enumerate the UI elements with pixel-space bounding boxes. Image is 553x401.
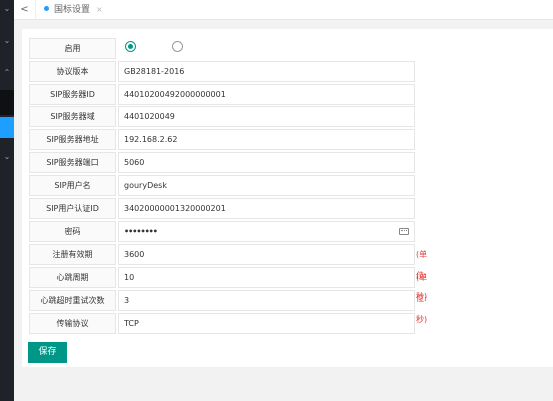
- save-button[interactable]: 保存: [28, 342, 67, 363]
- field-label: 传输协议: [29, 313, 116, 334]
- protocol-version-field[interactable]: GB28181-2016: [118, 61, 415, 82]
- back-button[interactable]: <: [14, 0, 36, 20]
- register-expiry-field[interactable]: 3600: [118, 244, 415, 265]
- radio-checked-icon: [125, 41, 136, 52]
- field-label: 密码: [29, 221, 116, 242]
- chevron-down-icon[interactable]: ⌄: [0, 2, 14, 16]
- field-label: 心跳超时重试次数: [29, 290, 116, 311]
- enable-no-radio[interactable]: 否: [172, 38, 187, 74]
- sidebar: ⌄ ⌄ ⌃ ⌄: [0, 0, 14, 401]
- keyboard-icon[interactable]: [399, 228, 409, 235]
- sidebar-item-active[interactable]: [0, 117, 14, 138]
- chevron-up-icon[interactable]: ⌃: [0, 66, 14, 80]
- active-dot-icon: [44, 6, 49, 11]
- field-label: SIP服务器地址: [29, 129, 116, 150]
- tab-gb-settings[interactable]: 国标设置 ×: [38, 0, 109, 20]
- field-label: SIP用户认证ID: [29, 198, 116, 219]
- chevron-down-icon[interactable]: ⌄: [0, 150, 14, 164]
- enable-yes-radio[interactable]: 是: [125, 38, 140, 74]
- field-label: 注册有效期: [29, 244, 116, 265]
- field-label: 心跳周期: [29, 267, 116, 288]
- unit-hint: (单位:秒): [416, 273, 428, 324]
- sip-username-field[interactable]: gouryDesk: [118, 175, 415, 196]
- sip-server-id-field[interactable]: 44010200492000000001: [118, 84, 415, 105]
- radio-unchecked-icon: [172, 41, 183, 52]
- sip-server-address-field[interactable]: 192.168.2.62: [118, 129, 415, 150]
- field-label: SIP服务器端口: [29, 152, 116, 173]
- settings-panel: 启用 是 否 协议版本 GB28181-2016 SIP服务器ID 440102…: [22, 29, 553, 367]
- sip-auth-id-field[interactable]: 34020000001320000201: [118, 198, 415, 219]
- tab-bar: < 国标设置 ×: [14, 0, 553, 20]
- heartbeat-period-field[interactable]: 10: [118, 267, 415, 288]
- field-label: SIP服务器域: [29, 106, 116, 127]
- field-label: SIP服务器ID: [29, 84, 116, 105]
- chevron-down-icon[interactable]: ⌄: [0, 34, 14, 48]
- tab-label: 国标设置: [54, 5, 91, 15]
- sidebar-submenu[interactable]: [0, 90, 14, 115]
- enable-label: 启用: [29, 38, 116, 59]
- sip-server-port-field[interactable]: 5060: [118, 152, 415, 173]
- sip-server-domain-field[interactable]: 4401020049: [118, 106, 415, 127]
- field-label: SIP用户名: [29, 175, 116, 196]
- field-label: 协议版本: [29, 61, 116, 82]
- close-icon[interactable]: ×: [96, 5, 103, 14]
- heartbeat-retry-field[interactable]: 3: [118, 290, 415, 311]
- password-mask: ••••••••: [124, 227, 158, 236]
- transport-protocol-field[interactable]: TCP: [118, 313, 415, 334]
- password-field[interactable]: ••••••••: [118, 221, 415, 242]
